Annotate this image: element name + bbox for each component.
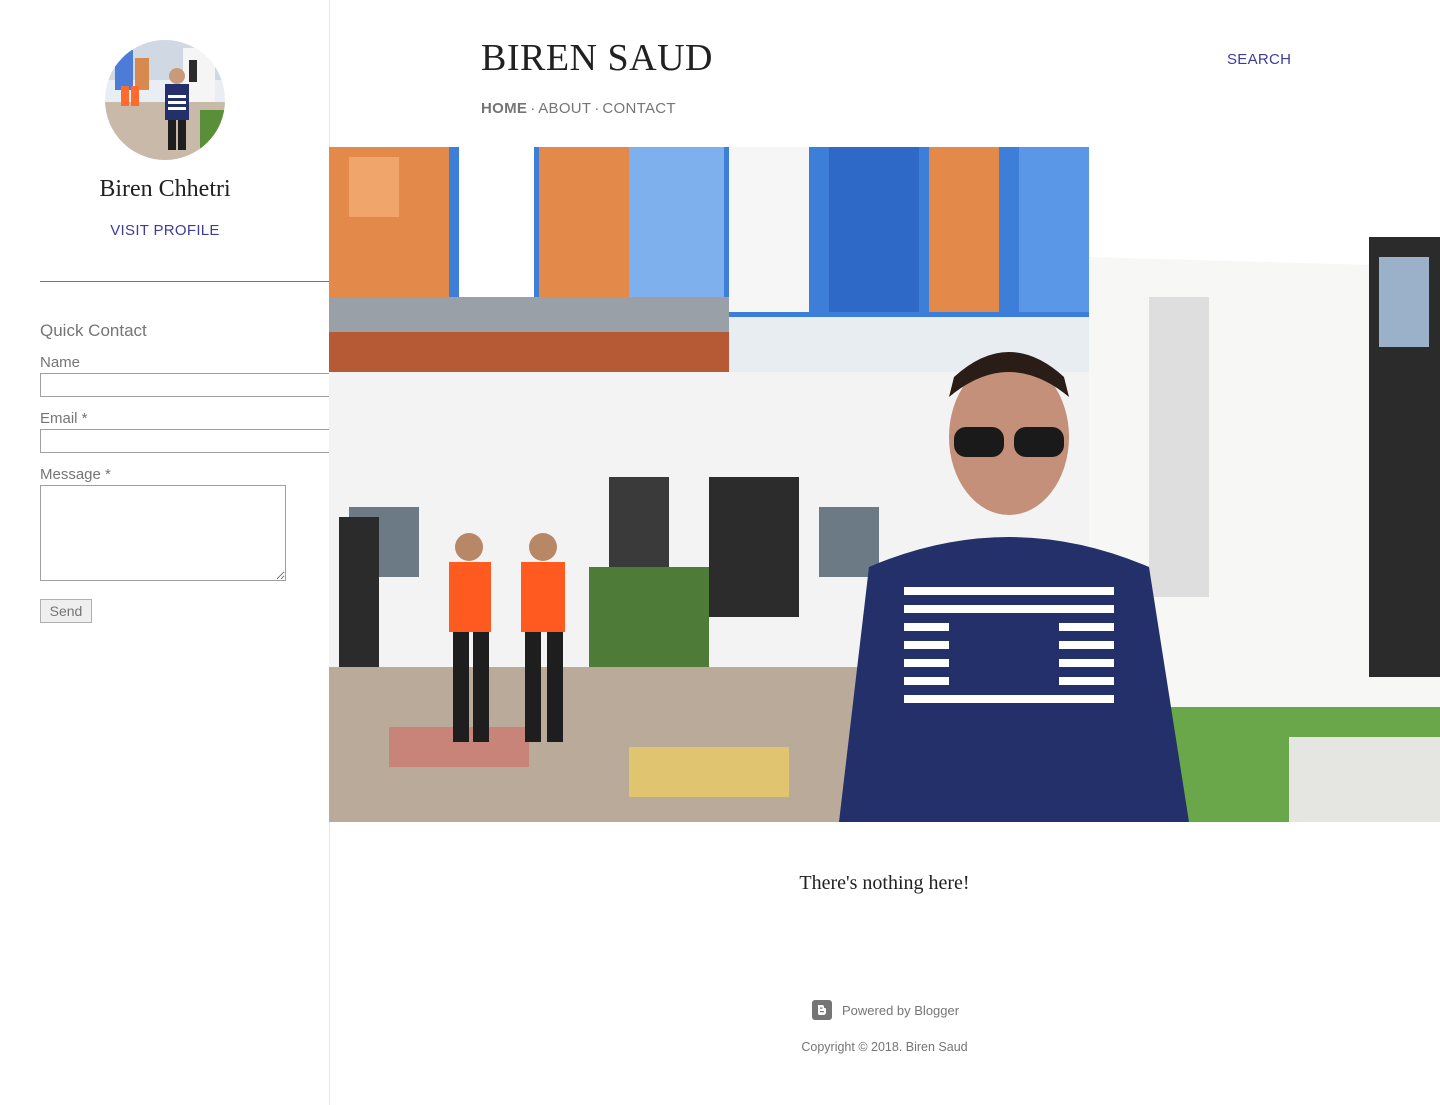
empty-message: There's nothing here! xyxy=(799,872,970,894)
message-field[interactable] xyxy=(40,485,286,581)
profile-avatar[interactable] xyxy=(105,40,225,160)
email-field[interactable] xyxy=(40,429,333,453)
name-field[interactable] xyxy=(40,373,333,397)
blogger-icon xyxy=(812,1000,832,1020)
send-button[interactable]: Send xyxy=(40,599,92,623)
message-label: Message * xyxy=(40,466,111,483)
profile-name: Biren Chhetri xyxy=(99,176,231,202)
quick-contact-title: Quick Contact xyxy=(40,321,147,340)
blogger-glyph xyxy=(818,1005,826,1015)
email-label: Email * xyxy=(40,410,88,427)
powered-by-blogger-link[interactable]: Powered by Blogger xyxy=(812,1000,959,1020)
avatar-photo xyxy=(105,40,225,160)
visit-profile-link[interactable]: VISIT PROFILE xyxy=(0,222,330,239)
nav-separator: · xyxy=(530,100,536,117)
site-title[interactable]: BIREN SAUD xyxy=(481,36,713,80)
nav-item-contact[interactable]: CONTACT xyxy=(602,100,675,117)
sidebar-divider xyxy=(40,281,330,282)
nav-item-about[interactable]: ABOUT xyxy=(538,100,591,117)
search-button[interactable]: SEARCH xyxy=(1227,51,1291,68)
name-label: Name xyxy=(40,354,81,371)
copyright-text: Copyright © 2018. Biren Saud xyxy=(801,1040,968,1054)
main-nav: HOME · ABOUT · CONTACT xyxy=(481,100,676,117)
nav-item-home[interactable]: HOME xyxy=(481,100,527,117)
sidebar: Biren Chhetri VISIT PROFILE Quick Contac… xyxy=(0,0,333,1105)
nav-separator: · xyxy=(594,100,600,117)
powered-by-label: Powered by Blogger xyxy=(842,1002,960,1018)
header-photo xyxy=(329,147,1440,822)
header-image xyxy=(329,147,1440,822)
